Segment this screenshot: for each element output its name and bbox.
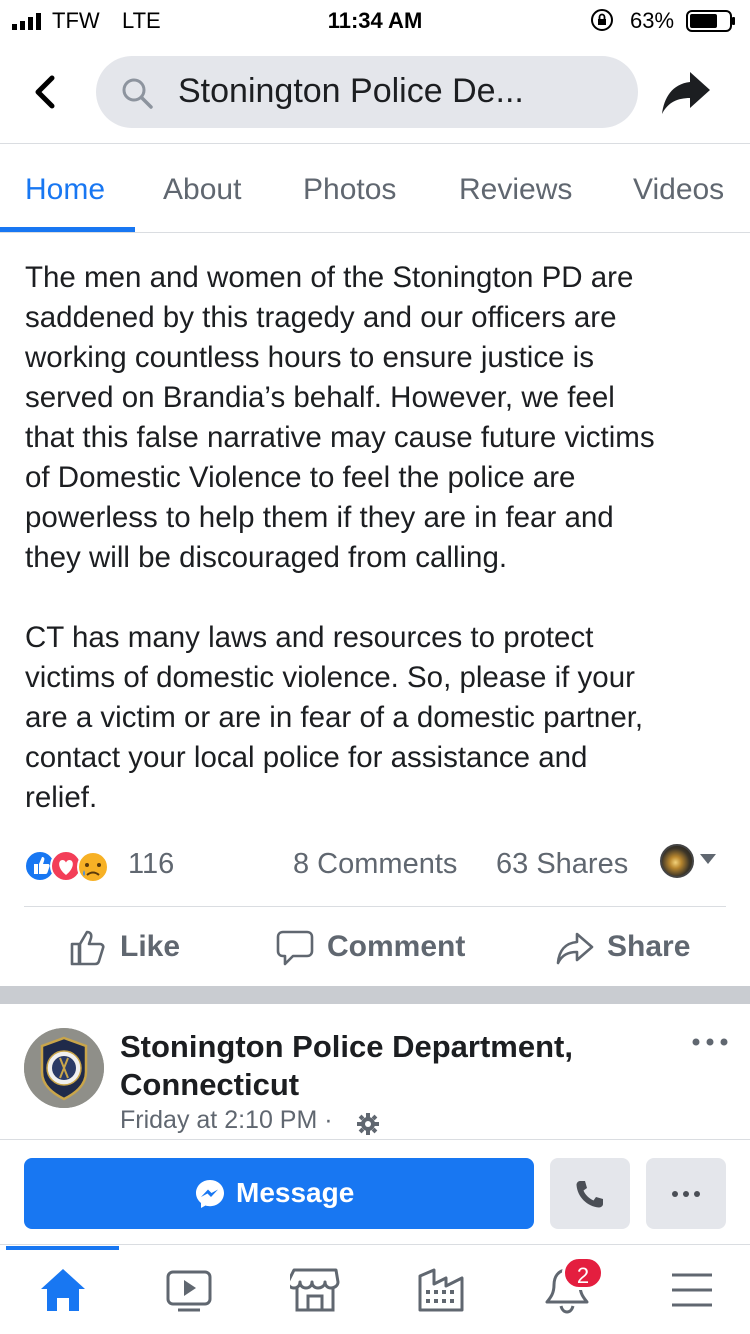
search-query: Stonington Police De... [178,72,524,110]
love-reaction-icon [50,850,82,882]
shares-count[interactable]: 63 Shares [496,848,628,881]
feed-separator [0,986,750,1004]
menu-icon [672,1273,712,1307]
tab-home[interactable]: Home [25,173,105,207]
comment-button[interactable]: Comment [275,926,485,970]
share-button[interactable]: Share [555,926,705,970]
nav-menu[interactable] [662,1264,722,1316]
nav-watch[interactable] [158,1264,218,1316]
page-name[interactable]: Stonington Police Department, Connecticu… [120,1028,640,1104]
message-button[interactable]: Message [24,1158,534,1229]
reaction-icons[interactable] [24,846,124,884]
gear-icon [357,1113,379,1135]
status-bar: TFW LTE 11:34 AM 63% [0,0,750,40]
bottom-navigation [0,1246,750,1334]
nav-marketplace[interactable] [284,1264,344,1316]
message-label: Message [236,1177,355,1208]
post-body: The men and women of the Stonington PD a… [25,258,735,818]
share-icon[interactable] [660,70,712,116]
active-nav-indicator [6,1246,119,1250]
call-button[interactable] [550,1158,630,1229]
marketplace-icon [290,1268,340,1312]
page-avatar[interactable] [24,1028,104,1108]
share-label: Share [607,930,691,963]
battery-icon [686,10,735,32]
like-label: Like [120,930,181,963]
share-arrow-icon [556,932,594,965]
post-paragraph: The men and women of the Stonington PD a… [25,261,655,574]
comment-icon [276,930,314,966]
divider [24,906,726,907]
search-icon [122,78,153,109]
active-tab-indicator [0,227,135,232]
tab-photos[interactable]: Photos [303,173,396,207]
tab-videos[interactable]: Videos [633,173,724,207]
messenger-icon [196,1180,224,1208]
notification-badge: 2 [562,1256,604,1290]
comments-count[interactable]: 8 Comments [293,848,457,881]
back-icon[interactable] [26,68,66,116]
reactions-summary: 116 8 Comments 63 Shares [0,840,750,888]
tab-about[interactable]: About [163,173,241,207]
sad-reaction-icon [77,851,109,883]
reaction-count[interactable]: 116 [128,848,174,881]
rotation-lock-icon [591,9,613,31]
tab-reviews[interactable]: Reviews [459,173,572,207]
next-post-header: Stonington Police Department, Connecticu… [0,1004,750,1140]
search-input[interactable]: Stonington Police De... [96,56,638,128]
watch-icon [166,1270,212,1312]
more-button[interactable] [646,1158,726,1229]
police-badge-icon [24,1028,104,1108]
post-actions: Like Comment Share [0,908,750,986]
viewer-avatar[interactable] [660,844,694,878]
nav-home[interactable] [32,1264,92,1316]
more-options-icon[interactable] [690,1034,730,1050]
thumbs-up-icon [70,930,105,966]
nav-pages[interactable] [410,1264,470,1316]
search-header: Stonington Police De... [0,40,750,144]
phone-icon [576,1181,603,1208]
ellipsis-icon [672,1191,700,1197]
page-action-bar: Message [0,1141,750,1245]
pages-icon [418,1268,464,1312]
home-icon [41,1269,85,1311]
post-timestamp[interactable]: Friday at 2:10 PM · [120,1106,333,1135]
page-tabs: Home About Photos Reviews Videos [0,145,750,233]
post-paragraph: CT has many laws and resources to protec… [25,621,644,814]
like-button[interactable]: Like [68,926,198,970]
chevron-down-icon[interactable] [700,854,716,864]
comment-label: Comment [327,930,466,963]
battery-percent: 63% [630,8,675,33]
